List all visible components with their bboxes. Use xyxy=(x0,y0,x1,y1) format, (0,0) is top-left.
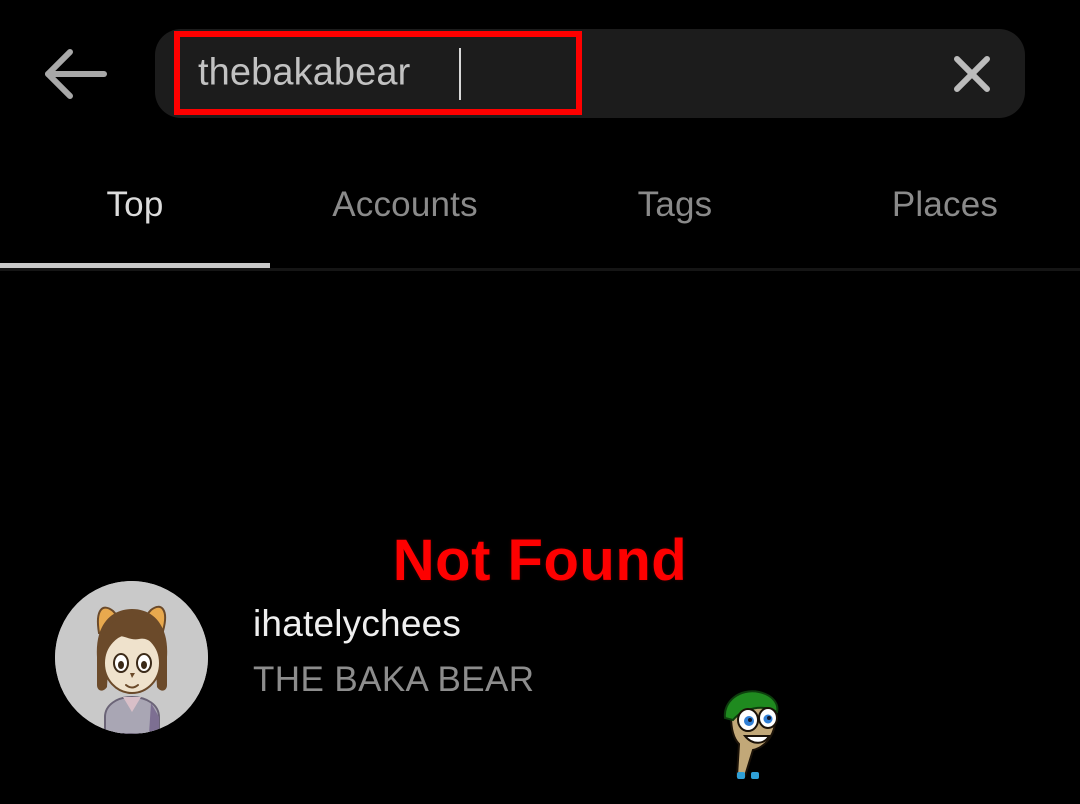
user-avatar-cartoon-girl-icon xyxy=(55,581,208,734)
tab-top[interactable]: Top xyxy=(0,167,270,265)
result-fullname: THE BAKA BEAR xyxy=(253,659,535,699)
search-tabs: Top Accounts Tags Places xyxy=(0,167,1080,268)
search-bar[interactable]: thebakabear xyxy=(155,29,1025,118)
tab-label: Places xyxy=(891,185,999,224)
tab-places[interactable]: Places xyxy=(810,167,1080,265)
cartoon-face-green-cap-glyph xyxy=(723,690,779,779)
text-caret xyxy=(459,48,461,100)
search-header: thebakabear xyxy=(0,0,1080,148)
back-arrow-glyph xyxy=(45,49,107,99)
close-x-glyph xyxy=(954,55,990,92)
search-input-value: thebakabear xyxy=(198,51,411,94)
tabs-divider xyxy=(0,268,1080,271)
tab-label: Accounts xyxy=(332,185,478,224)
tab-label: Tags xyxy=(637,185,713,224)
not-found-annotation: Not Found xyxy=(392,528,688,593)
back-arrow-icon[interactable] xyxy=(42,44,112,104)
tab-tags[interactable]: Tags xyxy=(540,167,810,265)
result-text-group: ihatelychees THE BAKA BEAR xyxy=(253,603,534,700)
cartoon-face-green-cap-avatar-icon[interactable] xyxy=(715,684,795,784)
close-x-icon[interactable] xyxy=(947,49,997,99)
tab-label: Top xyxy=(106,185,164,224)
result-username: ihatelychees xyxy=(253,603,462,644)
search-screen: thebakabear Top Accounts Tags Places iha… xyxy=(0,0,1080,804)
list-item[interactable]: ihatelychees THE BAKA BEAR xyxy=(0,288,1080,734)
tab-accounts[interactable]: Accounts xyxy=(270,167,540,265)
avatar[interactable] xyxy=(55,581,208,734)
search-input[interactable]: thebakabear xyxy=(174,32,582,114)
